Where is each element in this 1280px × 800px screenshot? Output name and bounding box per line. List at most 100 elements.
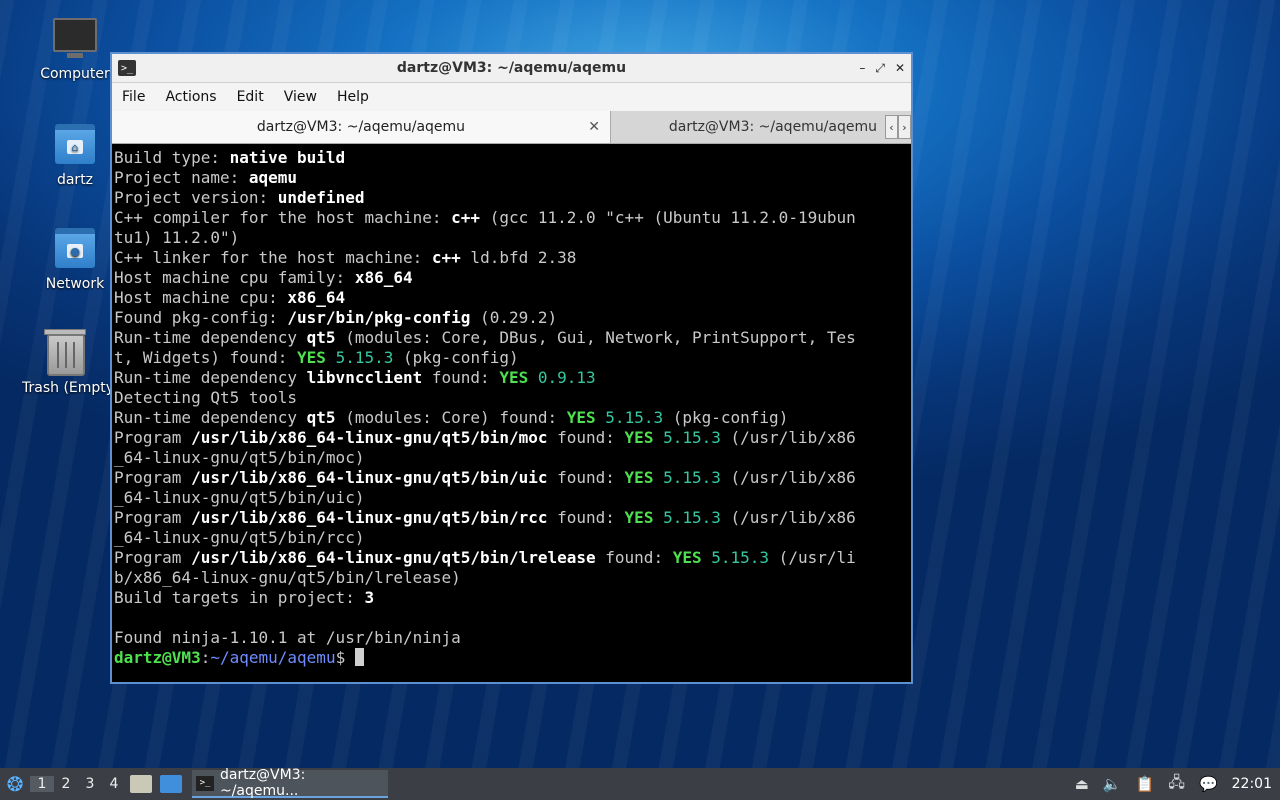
notification-icon[interactable]: 💬	[1199, 775, 1218, 793]
terminal-line: Project name: aqemu	[114, 168, 911, 188]
terminal-line: tu1) 11.2.0")	[114, 228, 911, 248]
terminal-text: Found ninja-1.10.1 at /usr/bin/ninja	[114, 628, 461, 647]
volume-icon[interactable]: 🔈	[1103, 775, 1122, 793]
tab-label: dartz@VM3: ~/aqemu/aqemu	[256, 119, 466, 135]
terminal-text: (/usr/lib/x86	[720, 508, 856, 527]
task-label: dartz@VM3: ~/aqemu...	[219, 767, 306, 799]
terminal-text: YES	[624, 428, 654, 447]
terminal-text: Project version:	[114, 188, 278, 207]
close-button[interactable]: ✕	[895, 61, 905, 76]
terminal-text: found:	[547, 508, 625, 527]
terminal-line: Host machine cpu: x86_64	[114, 288, 911, 308]
terminal-text: 0.9.13	[537, 368, 596, 387]
terminal-text: _64-linux-gnu/qt5/bin/rcc)	[114, 528, 365, 547]
terminal-line: Run-time dependency libvncclient found: …	[114, 368, 911, 388]
terminal-text: /usr/lib/x86_64-linux-gnu/qt5/bin/rcc	[191, 508, 548, 527]
terminal-text: _64-linux-gnu/qt5/bin/uic)	[114, 488, 365, 507]
trash-icon	[44, 329, 86, 376]
home-folder-icon: ⌂	[55, 124, 95, 164]
terminal-line: Project version: undefined	[114, 188, 911, 208]
network-icon[interactable]: 🖧	[1168, 772, 1185, 797]
terminal-line: Program /usr/lib/x86_64-linux-gnu/qt5/bi…	[114, 428, 911, 448]
terminal-line: Found ninja-1.10.1 at /usr/bin/ninja	[114, 628, 911, 648]
desktop-icon-home[interactable]: ⌂ dartz	[27, 124, 123, 188]
prompt-line[interactable]: dartz@VM3:~/aqemu/aqemu$	[114, 648, 911, 668]
terminal-text: x86_64	[287, 288, 346, 307]
terminal-text: 5.15.3	[711, 548, 770, 567]
terminal-line: Run-time dependency qt5 (modules: Core) …	[114, 408, 911, 428]
show-desktop-icon[interactable]	[160, 775, 182, 793]
terminal-text: c++	[431, 248, 461, 267]
terminal-text: (/usr/lib/x86	[720, 428, 856, 447]
terminal-text: /usr/bin/pkg-config	[287, 308, 471, 327]
text-cursor	[354, 648, 364, 666]
prompt-symbol: $	[335, 648, 355, 667]
terminal-text: c++	[451, 208, 481, 227]
terminal-text: Build targets in project:	[114, 588, 365, 607]
terminal-line: Program /usr/lib/x86_64-linux-gnu/qt5/bi…	[114, 508, 911, 528]
tab-label: dartz@VM3: ~/aqemu/aqemu	[668, 119, 877, 135]
terminal-text: YES	[624, 468, 654, 487]
terminal-output[interactable]: Build type: native build Project name: aq…	[112, 144, 911, 682]
terminal-line: Run-time dependency qt5 (modules: Core, …	[114, 328, 911, 348]
clipboard-icon[interactable]: 📋	[1136, 775, 1155, 793]
terminal-line: _64-linux-gnu/qt5/bin/uic)	[114, 488, 911, 508]
prompt-separator: :	[200, 648, 211, 667]
menu-file[interactable]: File	[112, 89, 155, 105]
window-titlebar[interactable]: >_ dartz@VM3: ~/aqemu/aqemu – ⤢ ✕	[112, 54, 911, 83]
workspace-4[interactable]: 4	[102, 776, 126, 792]
menu-view[interactable]: View	[274, 89, 327, 105]
terminal-text: b/x86_64-linux-gnu/qt5/bin/lrelease)	[114, 568, 461, 587]
tab-bar: dartz@VM3: ~/aqemu/aqemu ✕ dartz@VM3: ~/…	[112, 111, 911, 144]
desktop-icon-network[interactable]: ● Network	[27, 228, 123, 292]
workspace-1[interactable]: 1	[30, 776, 54, 792]
desktop-icon-label: Network	[45, 276, 105, 292]
terminal-text: Detecting Qt5 tools	[114, 388, 298, 407]
computer-icon	[53, 18, 97, 58]
tab-active[interactable]: dartz@VM3: ~/aqemu/aqemu ✕	[112, 111, 611, 143]
maximize-button[interactable]: ⤢	[875, 61, 885, 76]
terminal-text: x86_64	[354, 268, 413, 287]
start-menu-icon[interactable]: ❂	[0, 769, 30, 799]
menu-actions[interactable]: Actions	[155, 89, 226, 105]
terminal-line: t, Widgets) found: YES 5.15.3 (pkg-confi…	[114, 348, 911, 368]
terminal-text: aqemu	[248, 168, 298, 187]
file-manager-launcher-icon[interactable]	[130, 775, 152, 793]
menu-edit[interactable]: Edit	[227, 89, 274, 105]
desktop-icon-trash[interactable]: Trash (Empty)	[22, 329, 110, 396]
terminal-text: Run-time dependency	[114, 368, 307, 387]
tab-inactive[interactable]: dartz@VM3: ~/aqemu/aqemu	[611, 111, 911, 143]
terminal-text: YES	[672, 548, 702, 567]
tab-scroll-right-icon[interactable]: ›	[898, 115, 911, 139]
terminal-line: Detecting Qt5 tools	[114, 388, 911, 408]
desktop-icon-computer[interactable]: Computer	[27, 18, 123, 82]
tab-close-icon[interactable]: ✕	[588, 119, 600, 135]
minimize-button[interactable]: –	[859, 61, 865, 76]
terminal-line: b/x86_64-linux-gnu/qt5/bin/lrelease)	[114, 568, 911, 588]
taskbar-task-terminal[interactable]: >_ dartz@VM3: ~/aqemu...	[192, 767, 388, 799]
eject-icon[interactable]: ⏏	[1075, 775, 1089, 793]
terminal-text: Found pkg-config:	[114, 308, 288, 327]
terminal-text: (/usr/li	[769, 548, 856, 567]
terminal-text: /usr/lib/x86_64-linux-gnu/qt5/bin/lrelea…	[191, 548, 596, 567]
terminal-text: Project name:	[114, 168, 249, 187]
terminal-text: found:	[422, 368, 500, 387]
menu-help[interactable]: Help	[327, 89, 379, 105]
terminal-line: Program /usr/lib/x86_64-linux-gnu/qt5/bi…	[114, 548, 911, 568]
taskbar: ❂ 1 2 3 4 >_ dartz@VM3: ~/aqemu... ⏏ 🔈 📋…	[0, 767, 1280, 800]
tab-scroll-left-icon[interactable]: ‹	[885, 115, 898, 139]
workspace-3[interactable]: 3	[78, 776, 102, 792]
terminal-text: Run-time dependency	[114, 328, 307, 347]
terminal-line: Host machine cpu family: x86_64	[114, 268, 911, 288]
desktop-icon-label: Computer	[40, 66, 110, 82]
terminal-window: >_ dartz@VM3: ~/aqemu/aqemu – ⤢ ✕ File A…	[110, 52, 913, 684]
clock[interactable]: 22:01	[1232, 776, 1272, 792]
workspace-2[interactable]: 2	[54, 776, 78, 792]
terminal-text: Build type:	[114, 148, 230, 167]
terminal-text: YES	[624, 508, 654, 527]
